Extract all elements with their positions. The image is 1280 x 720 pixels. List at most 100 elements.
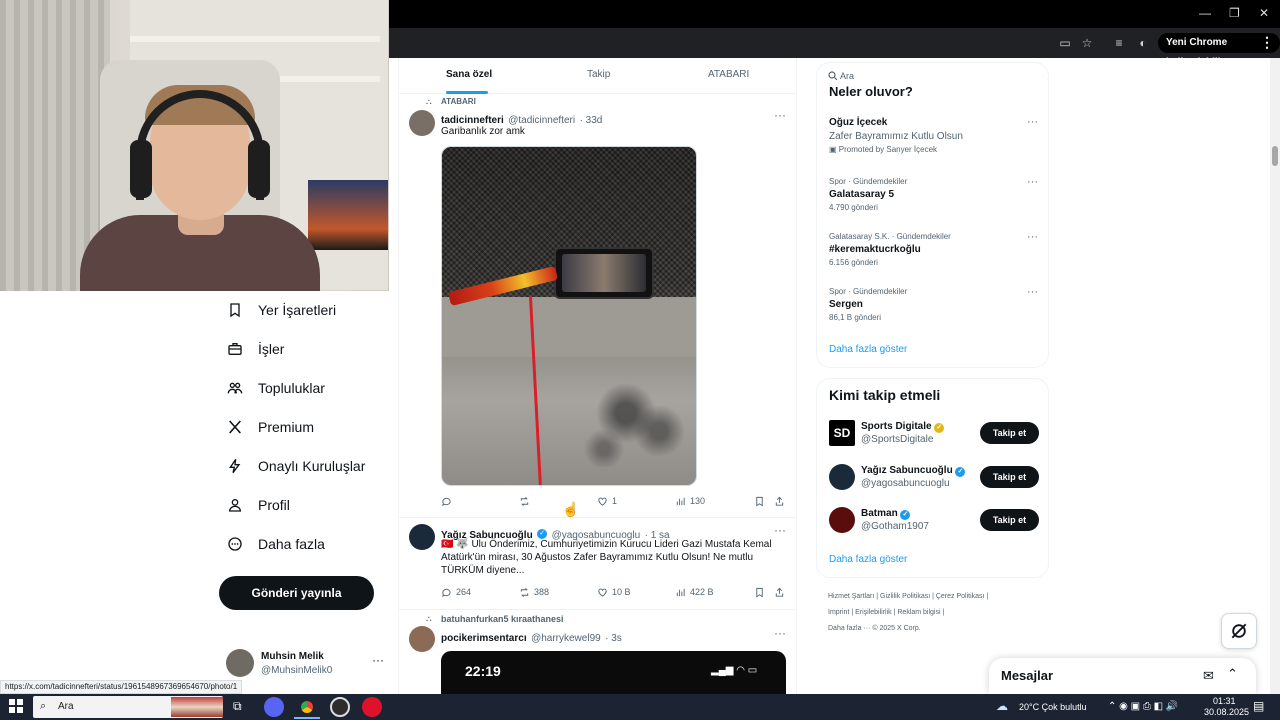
notification-icon[interactable]: ▤ [1253,699,1264,713]
avatar[interactable] [409,110,435,136]
follow-button[interactable]: Takip et [980,422,1039,444]
tweet-phone-screenshot[interactable]: 22:19 ▂▄▆ ◠ ▭ [441,651,786,694]
community-label: batuhanfurkan5 kıraathanesi [441,614,564,624]
weather-text[interactable]: 20°C Çok bulutlu [1019,702,1087,712]
repost-button[interactable]: 388 [519,587,549,598]
nav-verified-orgs[interactable]: Onaylı Kuruluşlar [226,451,365,481]
nav-bookmarks[interactable]: Yer İşaretleri [226,295,336,325]
tweet-more-icon[interactable]: ··· [774,523,786,537]
views-button[interactable]: 422 B [675,587,714,598]
follow-suggestion[interactable]: Yağız Sabuncuoğlu ✓ @yagosabuncuoglu Tak… [829,464,1039,494]
cast-icon[interactable]: ▭ [1057,35,1073,51]
chrome-app-icon[interactable] [297,697,317,717]
opera-app-icon[interactable] [362,697,382,717]
share-button[interactable] [774,496,785,507]
tab-following[interactable]: Takip [587,69,610,80]
nav-label: Profil [258,497,290,513]
trend-subtitle: Zafer Bayramımız Kutlu Olsun [829,131,963,142]
suggestion-name: Sports Digitale ✓ [861,421,945,433]
repost-button[interactable] [519,496,534,507]
trend-more-icon[interactable]: ··· [1027,231,1038,243]
tweet-header: pocikerimsentarcı @harrykewel99 · 3s [441,628,622,646]
profile-avatar-icon[interactable]: ◐ [1135,35,1151,51]
like-button[interactable]: 10 B [597,587,631,598]
grok-button[interactable] [1221,613,1257,649]
tweet-more-icon[interactable]: ··· [774,108,786,122]
show-more-follows-link[interactable]: Daha fazla göster [829,554,907,565]
active-app-indicator [294,717,320,719]
page-scrollbar[interactable] [1270,58,1280,694]
account-handle: @MuhsinMelik0 [261,665,333,676]
footer-line[interactable]: Hizmet Şartları | Gizlilik Politikası | … [828,589,1048,605]
discord-app-icon[interactable] [264,697,284,717]
footer-line[interactable]: Imprint | Erişilebilirlik | Reklam bilgi… [828,605,1048,621]
avatar[interactable] [409,524,435,550]
trend-title: Oğuz İçecek [829,117,888,128]
nav-profile[interactable]: Profil [226,490,290,520]
photo-phone [554,247,654,299]
trend-item[interactable]: Spor · Gündemdekiler Sergen 86,1 B gönde… [829,287,1039,322]
who-to-follow-panel: Kimi takip etmeli SD Sports Digitale ✓ @… [816,378,1049,578]
more-dots-icon[interactable]: ··· [372,653,384,667]
reply-button[interactable]: 264 [441,587,471,598]
share-button[interactable] [774,587,785,598]
chrome-menu-icon[interactable]: ⋮ [1260,34,1274,51]
trend-item[interactable]: Oğuz İçecek Zafer Bayramımız Kutlu Olsun… [829,117,1039,154]
tweet-photo[interactable] [441,146,697,486]
nav-more[interactable]: Daha fazla [226,529,325,559]
close-icon[interactable]: ✕ [1259,6,1269,20]
trend-more-icon[interactable]: ··· [1027,286,1038,298]
restore-icon[interactable]: ❐ [1229,6,1240,20]
follow-button[interactable]: Takip et [980,509,1039,531]
nav-premium[interactable]: Premium [226,412,314,442]
nav-communities[interactable]: Topluluklar [226,373,325,403]
trend-more-icon[interactable]: ··· [1027,116,1038,128]
media-icon[interactable]: ≡ [1111,35,1127,51]
view-count: 422 B [690,587,714,597]
chevron-up-icon[interactable]: ⌃ [1227,666,1238,682]
tweet-author-handle[interactable]: @harrykewel99 [531,633,601,644]
star-icon[interactable]: ☆ [1079,35,1095,51]
lightning-icon [226,457,244,475]
like-button[interactable]: 1 [597,496,617,507]
tweet-more-icon[interactable]: ··· [774,626,786,640]
bookmark-button[interactable] [754,587,765,598]
bookmark-button[interactable] [754,496,765,507]
messages-drawer[interactable]: Mesajlar ✉ ⌃ [989,658,1256,694]
bookmark-icon [226,301,244,319]
follow-button[interactable]: Takip et [980,466,1039,488]
avatar[interactable] [409,626,435,652]
trend-item[interactable]: Galatasaray S.K. · Gündemdekiler #kerema… [829,232,1039,267]
scrollbar-thumb[interactable] [1272,146,1278,166]
obs-app-icon[interactable] [330,697,350,717]
trend-item[interactable]: Spor · Gündemdekiler Galatasaray 5 4.790… [829,177,1039,212]
reply-button[interactable] [441,496,456,507]
taskbar-search[interactable]: ⌕ Ara [33,696,223,718]
clock-date[interactable]: 30.08.2025 [1204,707,1249,717]
new-message-icon[interactable]: ✉ [1203,668,1214,684]
windows-start-icon[interactable] [9,699,23,713]
trend-more-icon[interactable]: ··· [1027,176,1038,188]
heart-icon [598,588,607,597]
tweet-text: 🇹🇷 🐺 Ulu Önderimiz, Cumhuriyetimizin Kur… [441,538,791,577]
tweet-author-name[interactable]: pocikerimsentarcı [441,633,527,644]
tweet[interactable]: ⛬ ATABARI tadicinnefteri @tadicinnefteri… [399,94,796,524]
tray-icons[interactable]: ⌃ ◉ ▣ ⎙ ◧ 🔊 [1108,701,1178,712]
tweet[interactable]: Yağız Sabuncuoğlu ✓ @yagosabuncuoglu · 1… [399,520,796,606]
account-switcher[interactable]: Muhsin Melik @MuhsinMelik0 ··· [226,649,386,681]
verified-badge-icon: ✓ [900,510,911,520]
post-button[interactable]: Gönderi yayınla [219,576,374,610]
footer-line[interactable]: Daha fazla ··· © 2025 X Corp. [828,621,1048,637]
follow-suggestion[interactable]: SD Sports Digitale ✓ @SportsDigitale Tak… [829,420,1039,450]
follow-suggestion[interactable]: Batman ✓ @Gotham1907 Takip et [829,507,1039,537]
minimize-icon[interactable]: — [1199,6,1211,20]
task-view-icon[interactable]: ⧉ [233,699,242,714]
nav-jobs[interactable]: İşler [226,334,284,364]
show-more-trends-link[interactable]: Daha fazla göster [829,344,907,355]
clock-time[interactable]: 01:31 [1213,696,1236,706]
tab-for-you[interactable]: Sana özel [446,69,492,80]
views-button[interactable]: 130 [675,496,705,507]
tweet-time[interactable]: · 3s [605,633,622,644]
tweet-time[interactable]: · 33d [580,115,603,126]
tab-atabari[interactable]: ATABARI [708,69,749,80]
